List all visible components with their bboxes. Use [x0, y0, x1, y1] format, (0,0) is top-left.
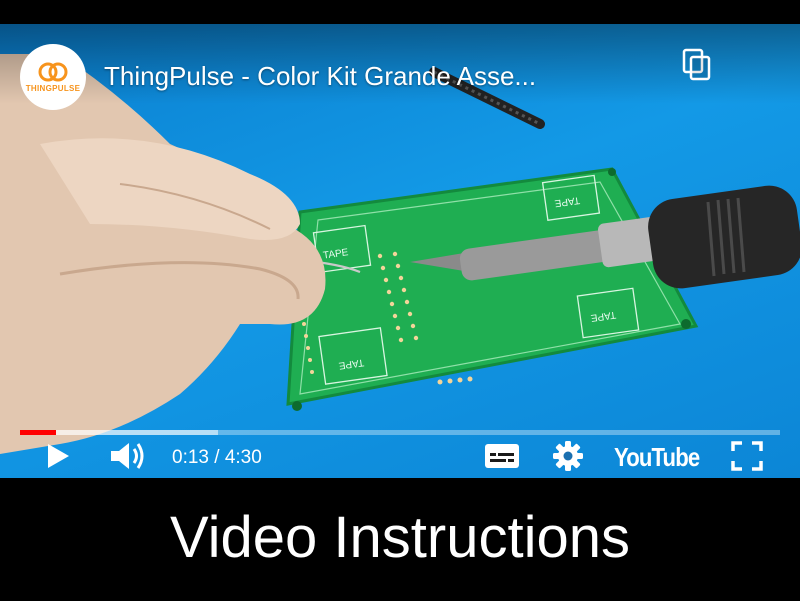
video-title[interactable]: ThingPulse - Color Kit Grande Asse... [104, 61, 536, 92]
volume-icon [111, 443, 144, 469]
play-icon [48, 444, 69, 468]
channel-logo[interactable]: THINGPULSE [20, 44, 86, 110]
pcb-board-image: TAPE TAPE TAPE TAPE [286, 167, 699, 411]
fullscreen-button[interactable] [728, 438, 766, 474]
player-controls: 0:13 / 4:30 YouTube [0, 436, 800, 478]
time-display: 0:13 / 4:30 [172, 447, 262, 468]
fullscreen-icon [731, 441, 763, 471]
progress-played [20, 430, 56, 435]
caption-text: Video Instructions [170, 505, 630, 570]
copy-link-icon[interactable] [680, 48, 714, 82]
youtube-logo[interactable]: YouTube [614, 442, 700, 473]
subtitles-button[interactable] [482, 438, 522, 474]
video-player[interactable]: TAPE TAPE TAPE TAPE THINGPULSE ThingPuls… [0, 24, 800, 478]
progress-bar[interactable] [20, 430, 780, 435]
hand-image [0, 54, 326, 454]
play-button[interactable] [40, 438, 76, 474]
subtitles-icon [485, 444, 519, 468]
thingpulse-logo-icon [38, 62, 68, 82]
channel-logo-text: THINGPULSE [25, 84, 81, 93]
video-embed: TAPE TAPE TAPE TAPE THINGPULSE ThingPuls… [0, 0, 800, 601]
settings-gear-icon [553, 441, 583, 471]
settings-button[interactable] [548, 438, 588, 474]
video-instructions-caption: Video Instructions [0, 478, 800, 601]
volume-button[interactable] [108, 438, 148, 474]
